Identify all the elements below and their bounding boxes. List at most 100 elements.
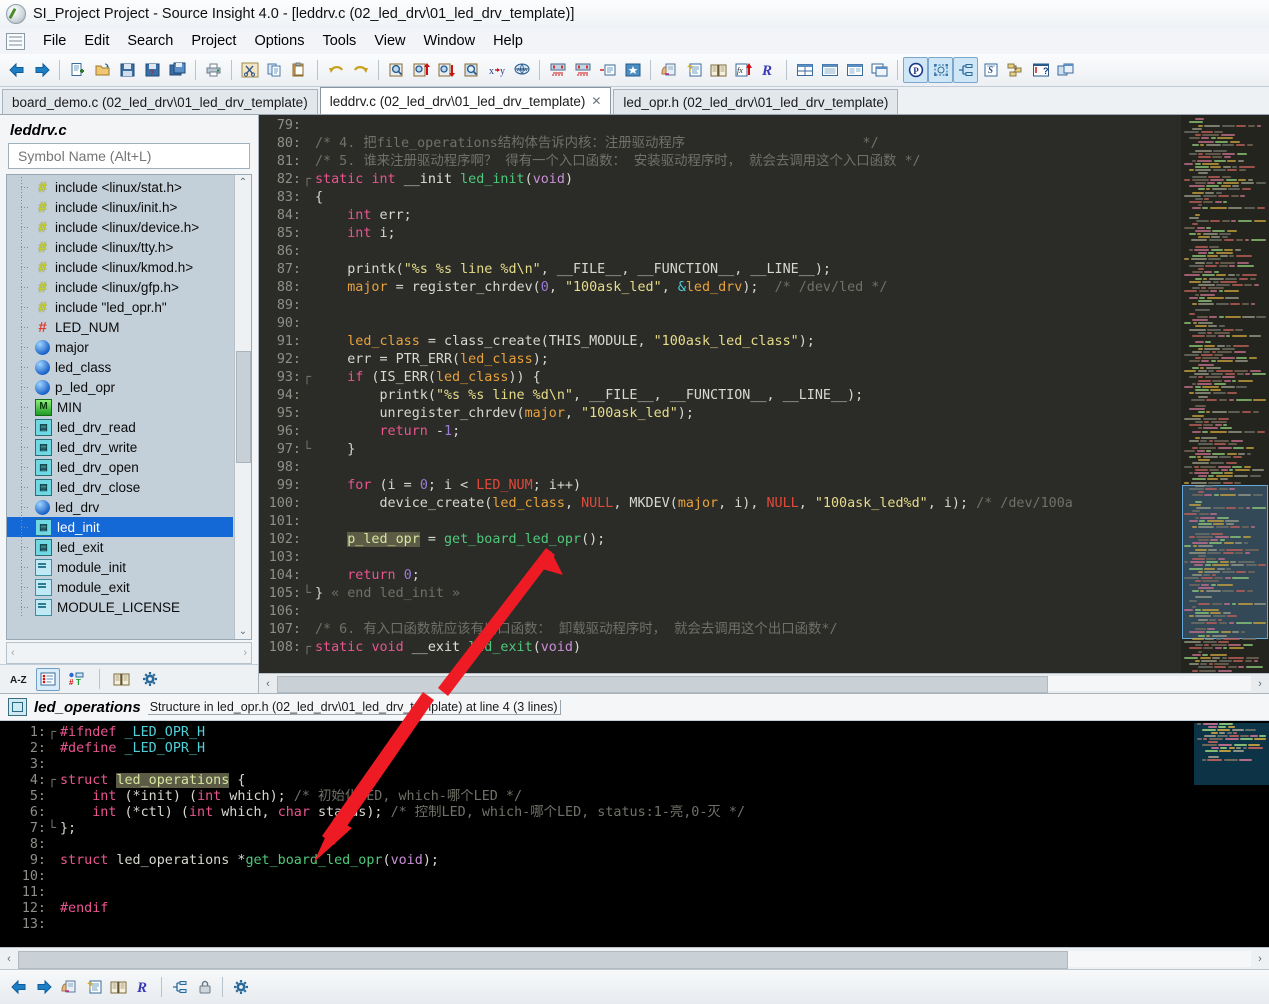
editor-horizontal-scrollbar[interactable]: ‹ ›	[259, 673, 1269, 693]
scroll-track[interactable]	[277, 676, 1251, 693]
symbol-item-major[interactable]: major	[7, 337, 234, 357]
menu-item-view[interactable]: View	[365, 31, 414, 51]
paste-button[interactable]	[287, 57, 312, 83]
menu-item-help[interactable]: Help	[484, 31, 532, 51]
document-menu-icon[interactable]	[6, 32, 25, 50]
symbol-item-p_led_opr[interactable]: p_led_opr	[7, 377, 234, 397]
function-up-button[interactable]: fx	[731, 57, 756, 83]
print-button[interactable]	[201, 57, 226, 83]
context-help-button[interactable]: ?	[81, 974, 106, 1000]
context-window-button[interactable]	[953, 57, 978, 83]
menu-item-project[interactable]: Project	[182, 31, 245, 51]
symbol-info-button[interactable]: S	[978, 57, 1003, 83]
group-by-type-button[interactable]: # T	[66, 669, 88, 690]
context-minimap[interactable]	[1190, 721, 1269, 947]
vertical-split-button[interactable]	[842, 57, 867, 83]
symbol-list[interactable]: # include <linux/stat.h> # include <linux/i…	[7, 175, 234, 639]
context-horizontal-scrollbar[interactable]: ‹ ›	[0, 947, 1269, 969]
lock-button[interactable]	[192, 974, 217, 1000]
copy-button[interactable]	[262, 57, 287, 83]
symbol-item-led_drv_close[interactable]: ▤ led_drv_close	[7, 477, 234, 497]
outline-view-button[interactable]	[36, 667, 60, 691]
reference-button[interactable]	[706, 57, 731, 83]
relation-window-button[interactable]: R	[131, 974, 156, 1000]
context-tree-button[interactable]	[167, 974, 192, 1000]
smart-rename-button[interactable]	[56, 974, 81, 1000]
options-button[interactable]	[228, 974, 253, 1000]
symbol-item-led_drv_read[interactable]: ▤ led_drv_read	[7, 417, 234, 437]
scroll-right-icon[interactable]: ›	[1251, 953, 1269, 965]
symbol-item-include--linux-init-h-[interactable]: # include <linux/init.h>	[7, 197, 234, 217]
scroll-left-icon[interactable]: ‹	[0, 953, 18, 965]
call-graph-button[interactable]	[1003, 57, 1028, 83]
context-help-button[interactable]: ?	[681, 57, 706, 83]
symbol-item-module_exit[interactable]: module_exit	[7, 577, 234, 597]
redo-button[interactable]	[348, 57, 373, 83]
document-tab-0[interactable]: board_demo.c (02_led_drv\01_led_drv_temp…	[2, 89, 318, 114]
menu-item-window[interactable]: Window	[414, 31, 484, 51]
scroll-right-icon[interactable]: ›	[243, 647, 247, 659]
project-report-button[interactable]: ?	[1028, 57, 1053, 83]
symbol-list-horizontal-scrollbar[interactable]: ‹ ›	[6, 642, 252, 664]
scroll-thumb[interactable]	[235, 351, 251, 463]
symbol-item-include--linux-gfp-h-[interactable]: # include <linux/gfp.h>	[7, 277, 234, 297]
save-as-button[interactable]: ?	[140, 57, 165, 83]
scroll-thumb[interactable]	[18, 950, 1069, 969]
search-forward-button[interactable]	[434, 57, 459, 83]
menu-item-edit[interactable]: Edit	[75, 31, 118, 51]
symbol-item-include--linux-device-h-[interactable]: # include <linux/device.h>	[7, 217, 234, 237]
nav-back-button[interactable]	[6, 974, 31, 1000]
search-button[interactable]	[384, 57, 409, 83]
scroll-down-icon[interactable]: ⌄	[239, 624, 247, 639]
cascade-windows-button[interactable]	[867, 57, 892, 83]
editor-minimap[interactable]	[1181, 115, 1269, 673]
document-tab-1[interactable]: leddrv.c (02_led_drv\01_led_drv_template…	[319, 87, 612, 114]
symbol-item-led_num[interactable]: # LED_NUM	[7, 317, 234, 337]
scroll-left-icon[interactable]: ‹	[11, 647, 15, 659]
indent-right-button[interactable]	[570, 57, 595, 83]
new-file-button[interactable]	[65, 57, 90, 83]
menu-item-file[interactable]: File	[34, 31, 75, 51]
project-button[interactable]: P	[903, 57, 928, 83]
menu-item-tools[interactable]: Tools	[313, 31, 365, 51]
search-backward-button[interactable]	[409, 57, 434, 83]
close-icon[interactable]: ✕	[591, 94, 601, 108]
insert-line-button[interactable]	[595, 57, 620, 83]
scroll-track[interactable]	[18, 950, 1251, 969]
open-file-button[interactable]	[90, 57, 115, 83]
context-minimap-viewport[interactable]	[1194, 723, 1269, 785]
back-button[interactable]	[4, 57, 29, 83]
document-tab-2[interactable]: led_opr.h (02_led_drv\01_led_drv_templat…	[613, 89, 899, 114]
symbol-item-module_init[interactable]: module_init	[7, 557, 234, 577]
reference-button[interactable]	[106, 974, 131, 1000]
replace-button[interactable]: xy	[484, 57, 509, 83]
symbol-item-led_drv_write[interactable]: ▤ led_drv_write	[7, 437, 234, 457]
smart-rename-button[interactable]	[656, 57, 681, 83]
cut-button[interactable]	[237, 57, 262, 83]
save-button[interactable]	[115, 57, 140, 83]
menu-item-options[interactable]: Options	[245, 31, 313, 51]
symbol-item-include--linux-kmod-h-[interactable]: # include <linux/kmod.h>	[7, 257, 234, 277]
symbol-options-button[interactable]	[139, 669, 161, 690]
indent-left-button[interactable]	[545, 57, 570, 83]
symbol-item-led_exit[interactable]: ▤ led_exit	[7, 537, 234, 557]
bookmark-button[interactable]	[620, 57, 645, 83]
context-code-area[interactable]: 1: ┌ #ifndef _LED_OPR_H 2: #define _LED_OPR_…	[0, 721, 1190, 947]
forward-button[interactable]	[29, 57, 54, 83]
scroll-left-icon[interactable]: ‹	[259, 678, 277, 690]
symbol-item-include--linux-tty-h-[interactable]: # include <linux/tty.h>	[7, 237, 234, 257]
tile-windows-button[interactable]	[792, 57, 817, 83]
scroll-right-icon[interactable]: ›	[1251, 678, 1269, 690]
browse-web-button[interactable]: www	[509, 57, 534, 83]
symbol-item-module_license[interactable]: MODULE_LICENSE	[7, 597, 234, 617]
symbol-search-input[interactable]	[16, 147, 242, 165]
relation-window-button[interactable]: R	[756, 57, 781, 83]
symbol-item-led_drv[interactable]: led_drv	[7, 497, 234, 517]
symbol-item-min[interactable]: M MIN	[7, 397, 234, 417]
symbol-item-include--linux-stat-h-[interactable]: # include <linux/stat.h>	[7, 177, 234, 197]
sort-alpha-button[interactable]: A-Z	[8, 669, 30, 690]
symbol-window-button[interactable]	[928, 57, 953, 83]
symbol-item-led_class[interactable]: led_class	[7, 357, 234, 377]
save-all-button[interactable]	[165, 57, 190, 83]
symbol-search-box[interactable]	[8, 143, 250, 169]
